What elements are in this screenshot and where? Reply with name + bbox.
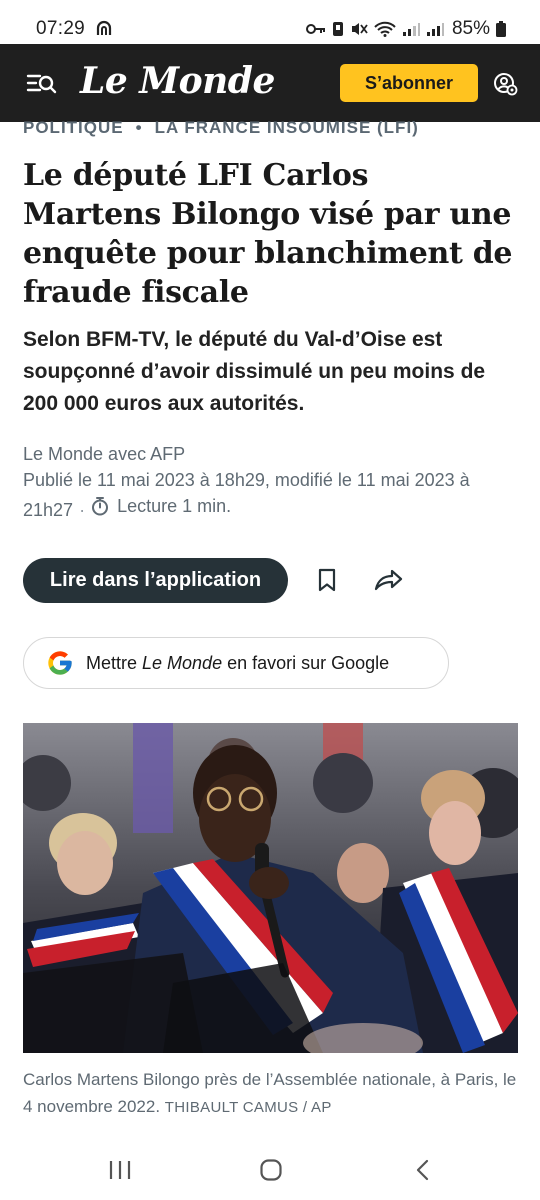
share-icon — [374, 569, 403, 591]
article-photo-image — [23, 723, 518, 1053]
google-label-suffix: en favori sur Google — [222, 652, 390, 673]
home-icon — [260, 1159, 282, 1181]
article-author: Le Monde avec AFP — [23, 444, 186, 464]
bookmark-button[interactable] — [314, 566, 340, 594]
menu-search-icon — [26, 74, 57, 94]
back-button[interactable] — [412, 1158, 436, 1182]
google-label-brand: Le Monde — [142, 652, 223, 673]
system-nav-bar — [0, 1140, 540, 1200]
account-settings-icon — [494, 73, 518, 96]
key-icon — [305, 24, 325, 34]
google-favorite-label: Mettre Le Monde en favori sur Google — [86, 653, 389, 674]
recents-button[interactable] — [108, 1158, 132, 1182]
status-icons: 85% — [305, 18, 506, 40]
signal-icon — [402, 23, 420, 36]
status-time: 07:29 — [36, 18, 86, 39]
stopwatch-icon — [92, 497, 109, 516]
storage-icon — [332, 22, 343, 36]
photo-caption: Carlos Martens Bilongo près de l’Assembl… — [23, 1066, 519, 1121]
breadcrumb: POLITIQUE • LA FRANCE INSOUMISE (LFI) — [23, 118, 419, 142]
google-label-prefix: Mettre — [86, 652, 143, 673]
recents-icon — [109, 1161, 131, 1179]
battery-icon — [496, 21, 506, 37]
article-standfirst: Selon BFM-TV, le député du Val-d’Oise es… — [23, 328, 486, 415]
reading-time-label: Lecture 1 min. — [117, 496, 232, 516]
breadcrumb-separator: • — [135, 118, 143, 137]
article-dates: Publié le 11 mai 2023 à 18h29, modifié l… — [23, 467, 519, 523]
app-notification-icon — [96, 20, 112, 35]
google-logo-icon — [48, 651, 72, 675]
breadcrumb-item-politique[interactable]: POLITIQUE — [23, 118, 124, 137]
wifi-icon — [374, 21, 396, 37]
read-in-app-button[interactable]: Lire dans l’application — [23, 558, 288, 603]
account-button[interactable] — [494, 72, 518, 96]
back-icon — [416, 1159, 429, 1181]
photo-credit: THIBAULT CAMUS / AP — [164, 1099, 332, 1116]
status-bar: 07:29 85% — [0, 0, 540, 44]
article-meta: Le Monde avec AFP Publié le 11 mai 2023 … — [23, 441, 519, 523]
meta-separator: · — [79, 500, 86, 520]
battery-level: 85% — [451, 18, 490, 39]
breadcrumb-item-lfi[interactable]: LA FRANCE INSOUMISE (LFI) — [155, 118, 419, 137]
reading-time: Lecture 1 min. — [91, 493, 231, 519]
menu-search-button[interactable] — [26, 70, 58, 98]
signal-icon-2 — [426, 23, 444, 36]
article-published: Publié le 11 mai 2023 à 18h29, modifié l… — [23, 470, 470, 520]
google-favorite-button[interactable]: Mettre Le Monde en favori sur Google — [23, 637, 449, 689]
article-headline: Le député LFI Carlos Martens Bilongo vis… — [23, 158, 513, 310]
le-monde-logo[interactable]: Le Monde — [80, 60, 275, 102]
share-button[interactable] — [372, 566, 404, 594]
home-button[interactable] — [259, 1158, 283, 1182]
site-header: Le Monde S’abonner — [0, 44, 540, 122]
mute-icon — [351, 23, 368, 35]
article-photo[interactable] — [23, 723, 518, 1053]
subscribe-button[interactable]: S’abonner — [340, 64, 478, 102]
bookmark-icon — [318, 568, 336, 592]
